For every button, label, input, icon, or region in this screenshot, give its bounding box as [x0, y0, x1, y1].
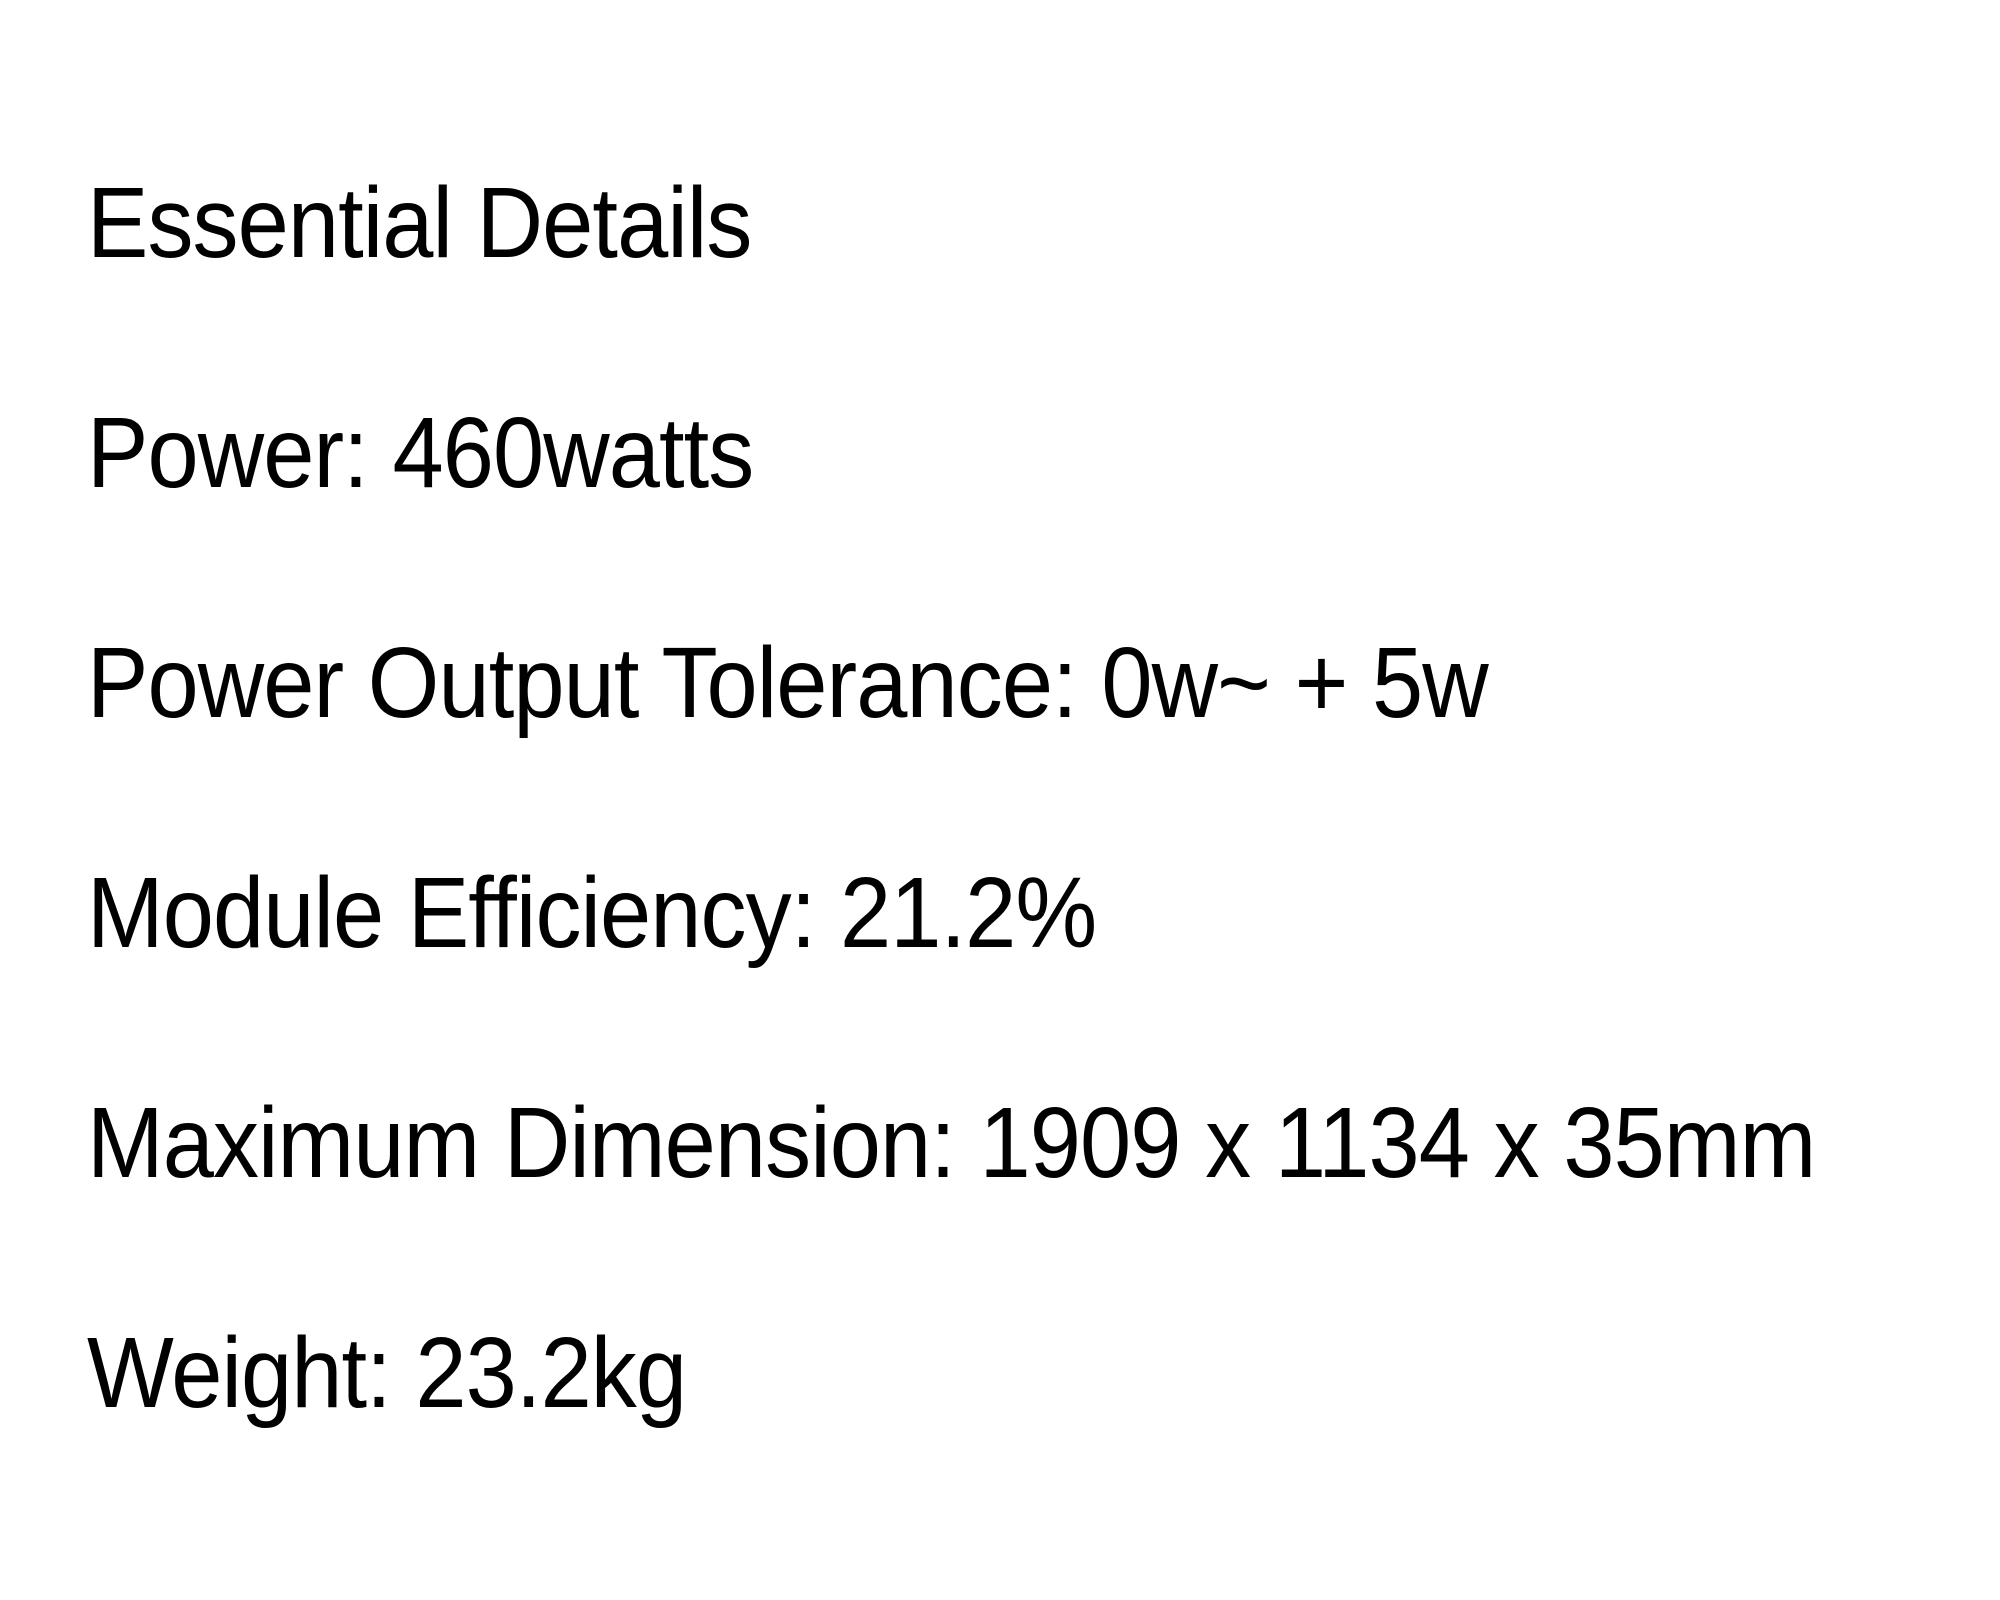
page: Essential Details Power: 460watts Power … [0, 0, 2000, 1600]
spec-power: Power: 460watts [87, 397, 754, 509]
section-title: Essential Details [87, 167, 752, 279]
spec-weight: Weight: 23.2kg [87, 1317, 687, 1429]
spec-maximum-dimension: Maximum Dimension: 1909 x 1134 x 35mm [87, 1087, 1816, 1199]
spec-module-efficiency: Module Efficiency: 21.2% [87, 857, 1097, 969]
spec-list: Essential Details Power: 460watts Power … [87, 108, 1966, 1488]
spec-power-tolerance: Power Output Tolerance: 0w~ + 5w [87, 627, 1489, 739]
